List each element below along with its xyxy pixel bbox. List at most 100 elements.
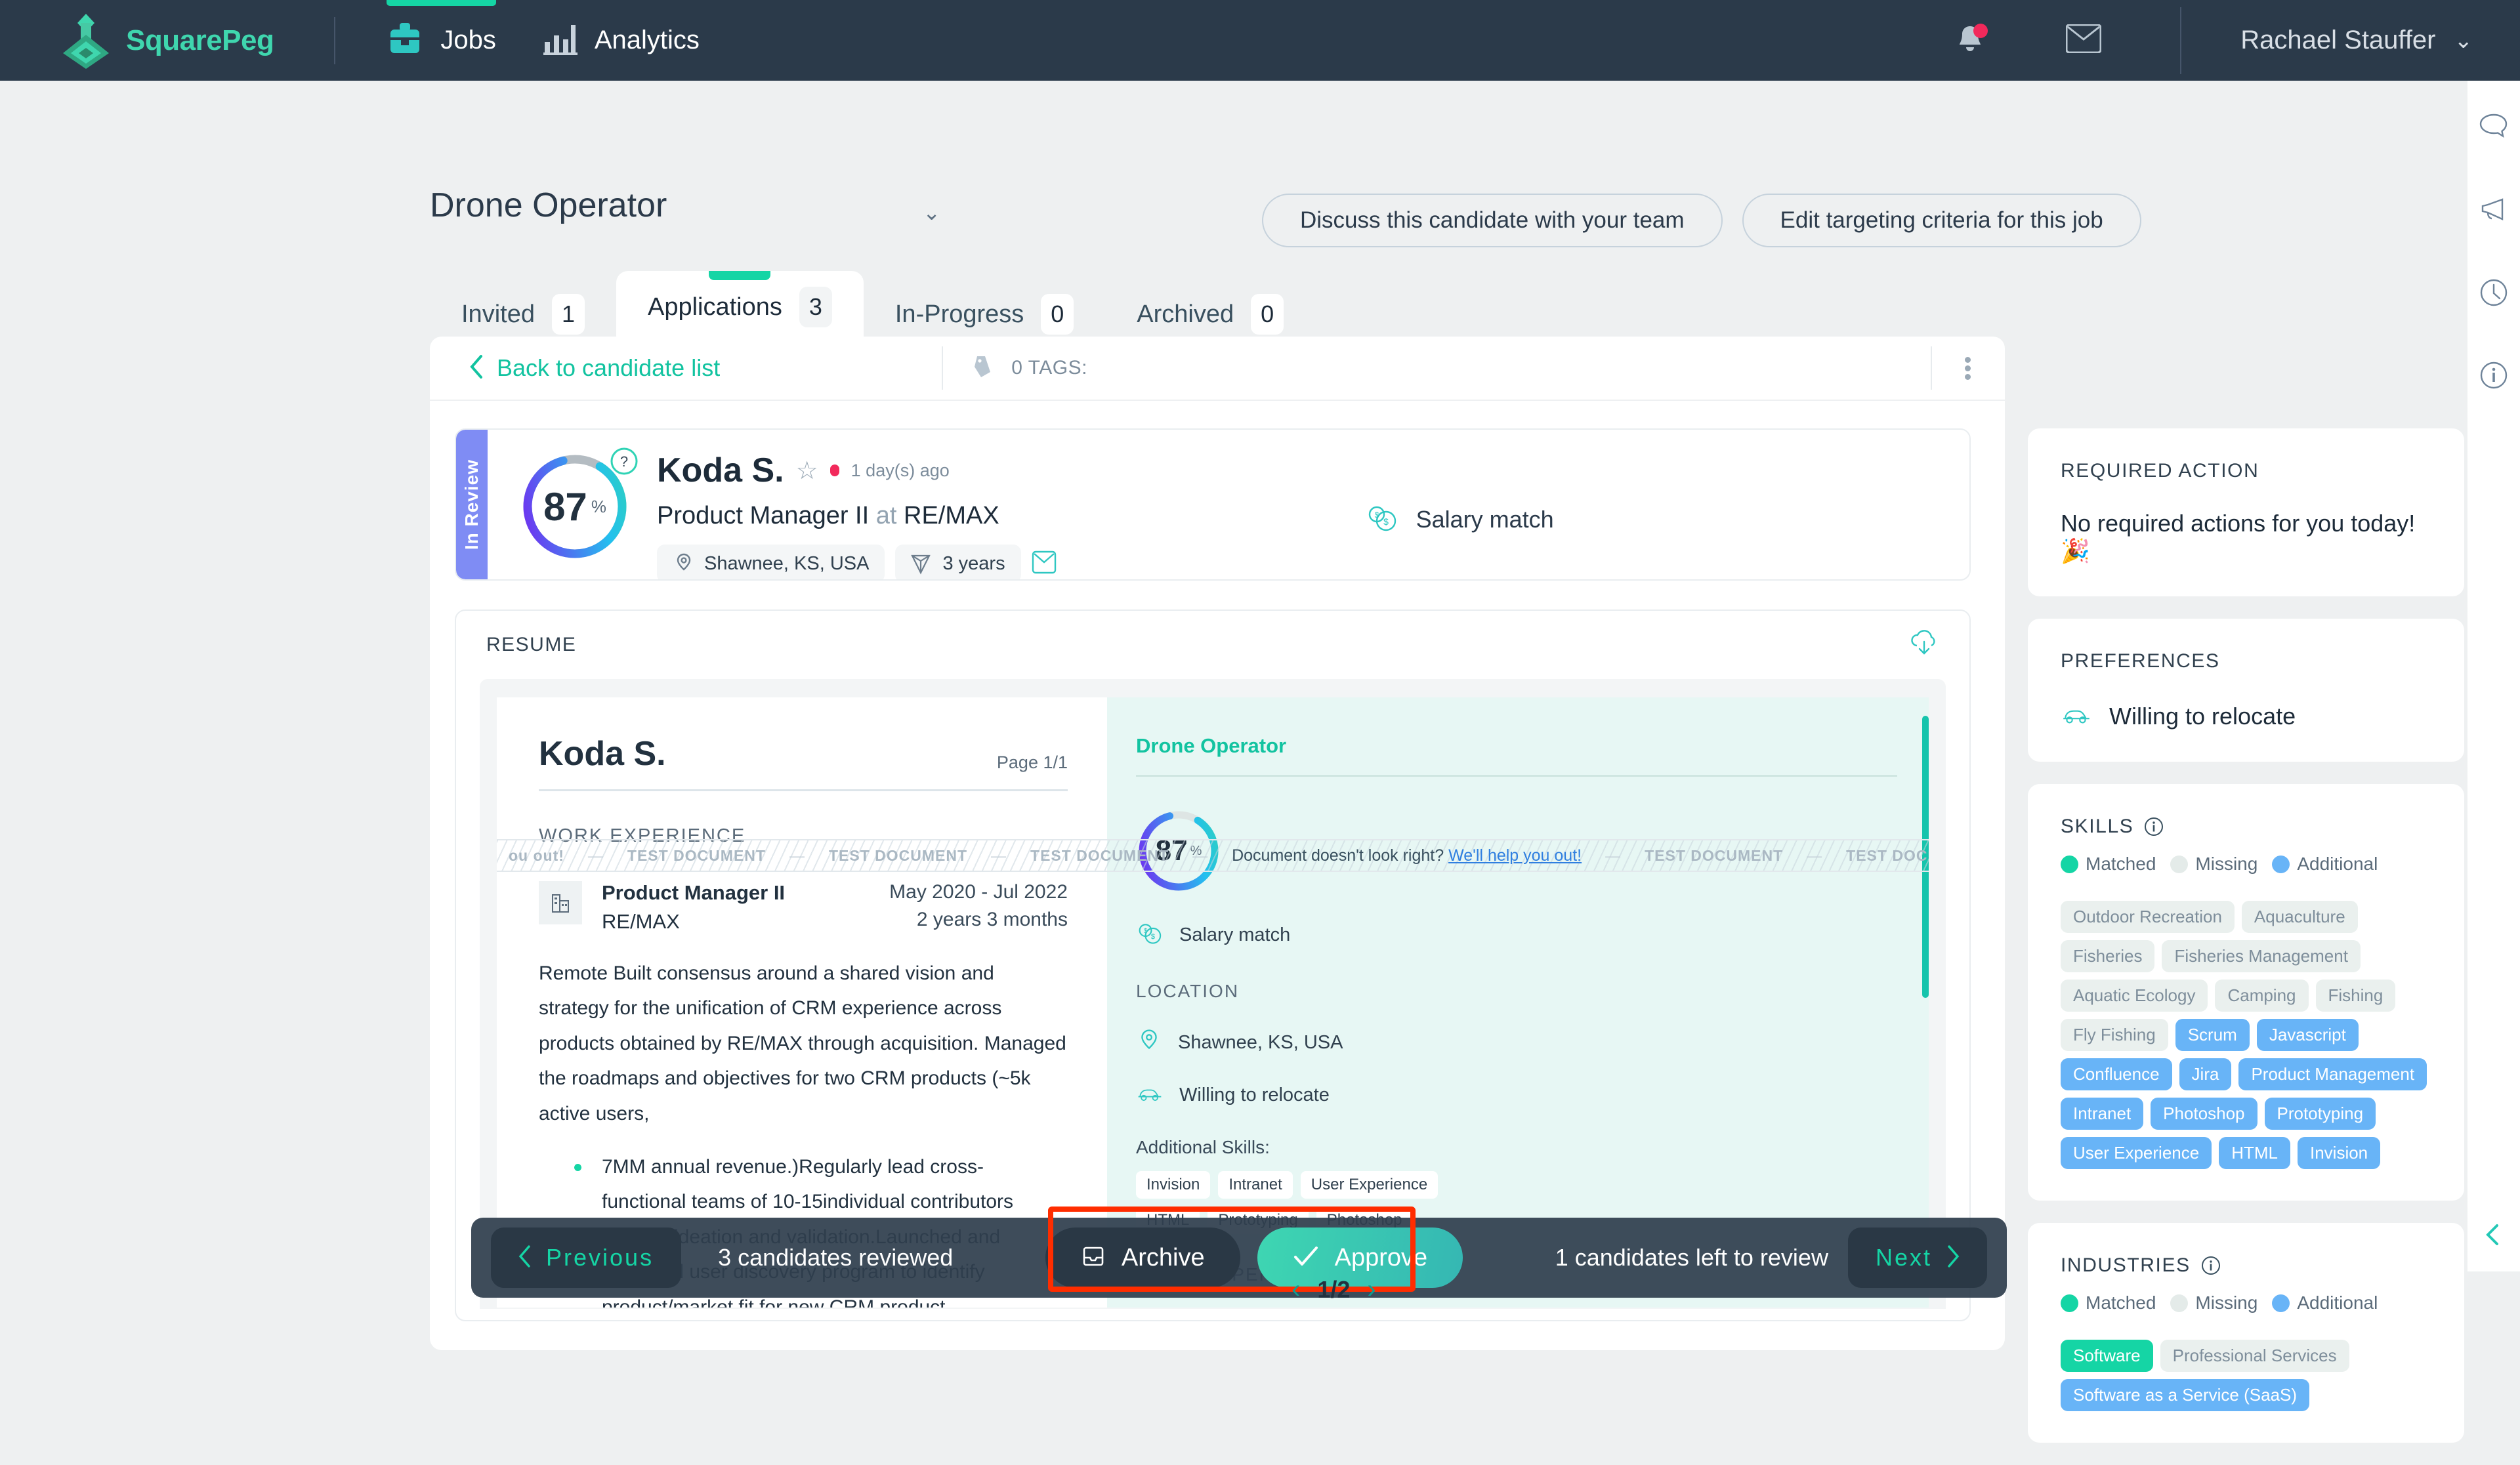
document-feedback-prompt: Document doesn't look right? We'll help … — [1232, 846, 1582, 865]
info-circle-icon[interactable] — [2201, 1256, 2221, 1275]
resume-document-viewport[interactable]: Koda S. Page 1/1 WORK EXPERIENCE Product… — [480, 679, 1946, 1309]
back-link-label: Back to candidate list — [497, 354, 721, 381]
legend-missing: Missing — [2170, 1292, 2258, 1313]
right-column: REQUIRED ACTION No required actions for … — [2028, 428, 2464, 1465]
map-pin-icon — [673, 552, 695, 575]
approve-button-label: Approve — [1334, 1243, 1428, 1271]
bell-icon[interactable] — [1952, 22, 1988, 59]
next-candidate-button[interactable]: Next — [1847, 1228, 1987, 1288]
skill-tag: Fly Fishing — [2061, 1019, 2168, 1051]
legend-missing-label: Missing — [2195, 854, 2258, 874]
clock-icon[interactable] — [2479, 278, 2509, 308]
info-circle-icon[interactable] — [2479, 360, 2509, 390]
pager-prev-icon[interactable]: ‹ — [1292, 1275, 1300, 1304]
legend-additional: Additional — [2272, 1292, 2378, 1313]
nav-items: Jobs Analytics — [387, 0, 700, 81]
watermark-text: TEST DOCUMENT — [627, 846, 766, 864]
svg-text:$: $ — [1151, 933, 1156, 941]
tag-icon — [972, 355, 994, 382]
skill-tag: Fisheries Management — [2162, 940, 2361, 972]
candidate-name-row: Koda S. ☆ 1 day(s) ago — [657, 451, 1057, 490]
edit-targeting-criteria-button[interactable]: Edit targeting criteria for this job — [1742, 194, 2141, 247]
tab-in-progress[interactable]: In-Progress 0 — [864, 285, 1105, 343]
skills-tag-list: Outdoor Recreation Aquaculture Fisheries… — [2061, 901, 2431, 1169]
resume-side-skill-tag: Invision — [1136, 1171, 1211, 1199]
resume-job-description: Remote Built consensus around a shared v… — [539, 962, 1066, 1125]
document-help-link[interactable]: We'll help you out! — [1448, 846, 1582, 865]
skill-tag: Product Management — [2238, 1058, 2427, 1090]
tags-section[interactable]: 0 TAGS: — [942, 346, 1087, 390]
car-icon — [1136, 1084, 1164, 1107]
check-icon — [1293, 1245, 1319, 1271]
contact-envelope-icon[interactable] — [1032, 548, 1057, 580]
tab-archived-label: Archived — [1137, 300, 1234, 328]
tab-applications[interactable]: Applications 3 — [616, 271, 864, 343]
preferences-item-label: Willing to relocate — [2109, 703, 2296, 730]
legend-additional-label: Additional — [2297, 854, 2378, 874]
preferences-title: PREFERENCES — [2061, 650, 2220, 672]
skill-tag: Scrum — [2175, 1019, 2250, 1051]
candidate-summary-card: In Review ? 87 % Koda S. ☆ 1 day(s) ago … — [455, 428, 1971, 581]
tab-archived[interactable]: Archived 0 — [1105, 285, 1315, 343]
required-action-title: REQUIRED ACTION — [2061, 460, 2259, 482]
resume-divider — [539, 789, 1068, 791]
chevron-down-icon[interactable]: ⌄ — [2454, 28, 2473, 54]
legend-matched-dot — [2061, 855, 2078, 873]
candidates-reviewed-count: 3 candidates reviewed — [718, 1244, 954, 1271]
resume-side-salary-row: $ $ Salary match — [1136, 920, 1897, 951]
resume-job-dates: May 2020 - Jul 2022 2 years 3 months — [889, 881, 1068, 931]
resume-side-skill-tag: User Experience — [1300, 1171, 1438, 1199]
legend-missing-dot — [2170, 855, 2189, 873]
candidate-name: Koda S. — [657, 451, 784, 489]
resume-panel: RESUME Koda S. Page 1/1 WORK EXPERIENCE — [455, 609, 1971, 1321]
skills-title: SKILLS — [2061, 815, 2431, 838]
resume-side-location: Shawnee, KS, USA — [1178, 1032, 1343, 1053]
industry-tag: Software as a Service (SaaS) — [2061, 1379, 2310, 1411]
chat-bubble-icon[interactable] — [2479, 112, 2509, 142]
tags-label: 0 TAGS: — [1011, 357, 1087, 379]
legend-missing-label: Missing — [2195, 1292, 2258, 1313]
watermark-text: TEST DOCUMENT — [1645, 846, 1784, 864]
skill-tag: Aquatic Ecology — [2061, 980, 2208, 1012]
map-pin-icon — [1136, 1028, 1162, 1058]
industries-title-label: INDUSTRIES — [2061, 1254, 2191, 1276]
info-circle-icon[interactable] — [2144, 817, 2164, 836]
back-to-candidate-list-link[interactable]: Back to candidate list — [469, 354, 720, 382]
candidate-chips: Shawnee, KS, USA 3 years — [657, 545, 1057, 580]
cloud-download-icon[interactable] — [1909, 630, 1939, 660]
archive-button[interactable]: Archive — [1045, 1228, 1240, 1288]
industries-title: INDUSTRIES — [2061, 1254, 2431, 1277]
discuss-candidate-button[interactable]: Discuss this candidate with your team — [1262, 194, 1723, 247]
pager-next-icon[interactable]: › — [1367, 1275, 1376, 1304]
resume-side-salary-label: Salary match — [1179, 924, 1291, 945]
tab-archived-count: 0 — [1251, 294, 1284, 335]
chip-location: Shawnee, KS, USA — [657, 545, 885, 579]
watermark-dash: — — [1192, 846, 1209, 864]
star-outline-icon[interactable]: ☆ — [796, 456, 818, 485]
skill-tag: Confluence — [2061, 1058, 2172, 1090]
resume-side-additional-skills-label: Additional Skills: — [1136, 1137, 1270, 1157]
coins-icon: $ $ — [1365, 501, 1399, 539]
archive-box-icon — [1081, 1244, 1106, 1272]
legend-additional-label: Additional — [2297, 1292, 2378, 1313]
previous-candidate-button[interactable]: Previous — [491, 1228, 682, 1288]
nav-item-analytics[interactable]: Analytics — [543, 0, 700, 81]
skill-tag: Javascript — [2256, 1019, 2359, 1051]
watermark-dash: — — [1807, 846, 1823, 864]
skills-legend: Matched Missing Additional — [2061, 854, 2431, 875]
kebab-menu-icon[interactable] — [1931, 346, 1971, 390]
nav-item-jobs[interactable]: Jobs — [387, 0, 496, 81]
tab-invited[interactable]: Invited 1 — [430, 285, 616, 343]
chevron-left-icon[interactable] — [2481, 1222, 2507, 1248]
user-name[interactable]: Rachael Stauffer — [2240, 26, 2435, 55]
legend-missing-dot — [2170, 1294, 2189, 1312]
match-score-unit: % — [591, 496, 606, 516]
megaphone-icon[interactable] — [2479, 195, 2509, 225]
resume-side-relocate-row: Willing to relocate — [1136, 1084, 1897, 1107]
brand-logo[interactable]: SquarePeg — [60, 12, 274, 69]
job-switcher-chevron-down-icon[interactable]: ⌄ — [923, 200, 940, 225]
envelope-icon[interactable] — [2065, 24, 2102, 56]
candidate-role-at: at — [875, 502, 897, 529]
candidate-subbar: Back to candidate list 0 TAGS: — [430, 337, 2005, 401]
skills-card: SKILLS Matched Missing Additional Outdoo… — [2028, 784, 2464, 1201]
